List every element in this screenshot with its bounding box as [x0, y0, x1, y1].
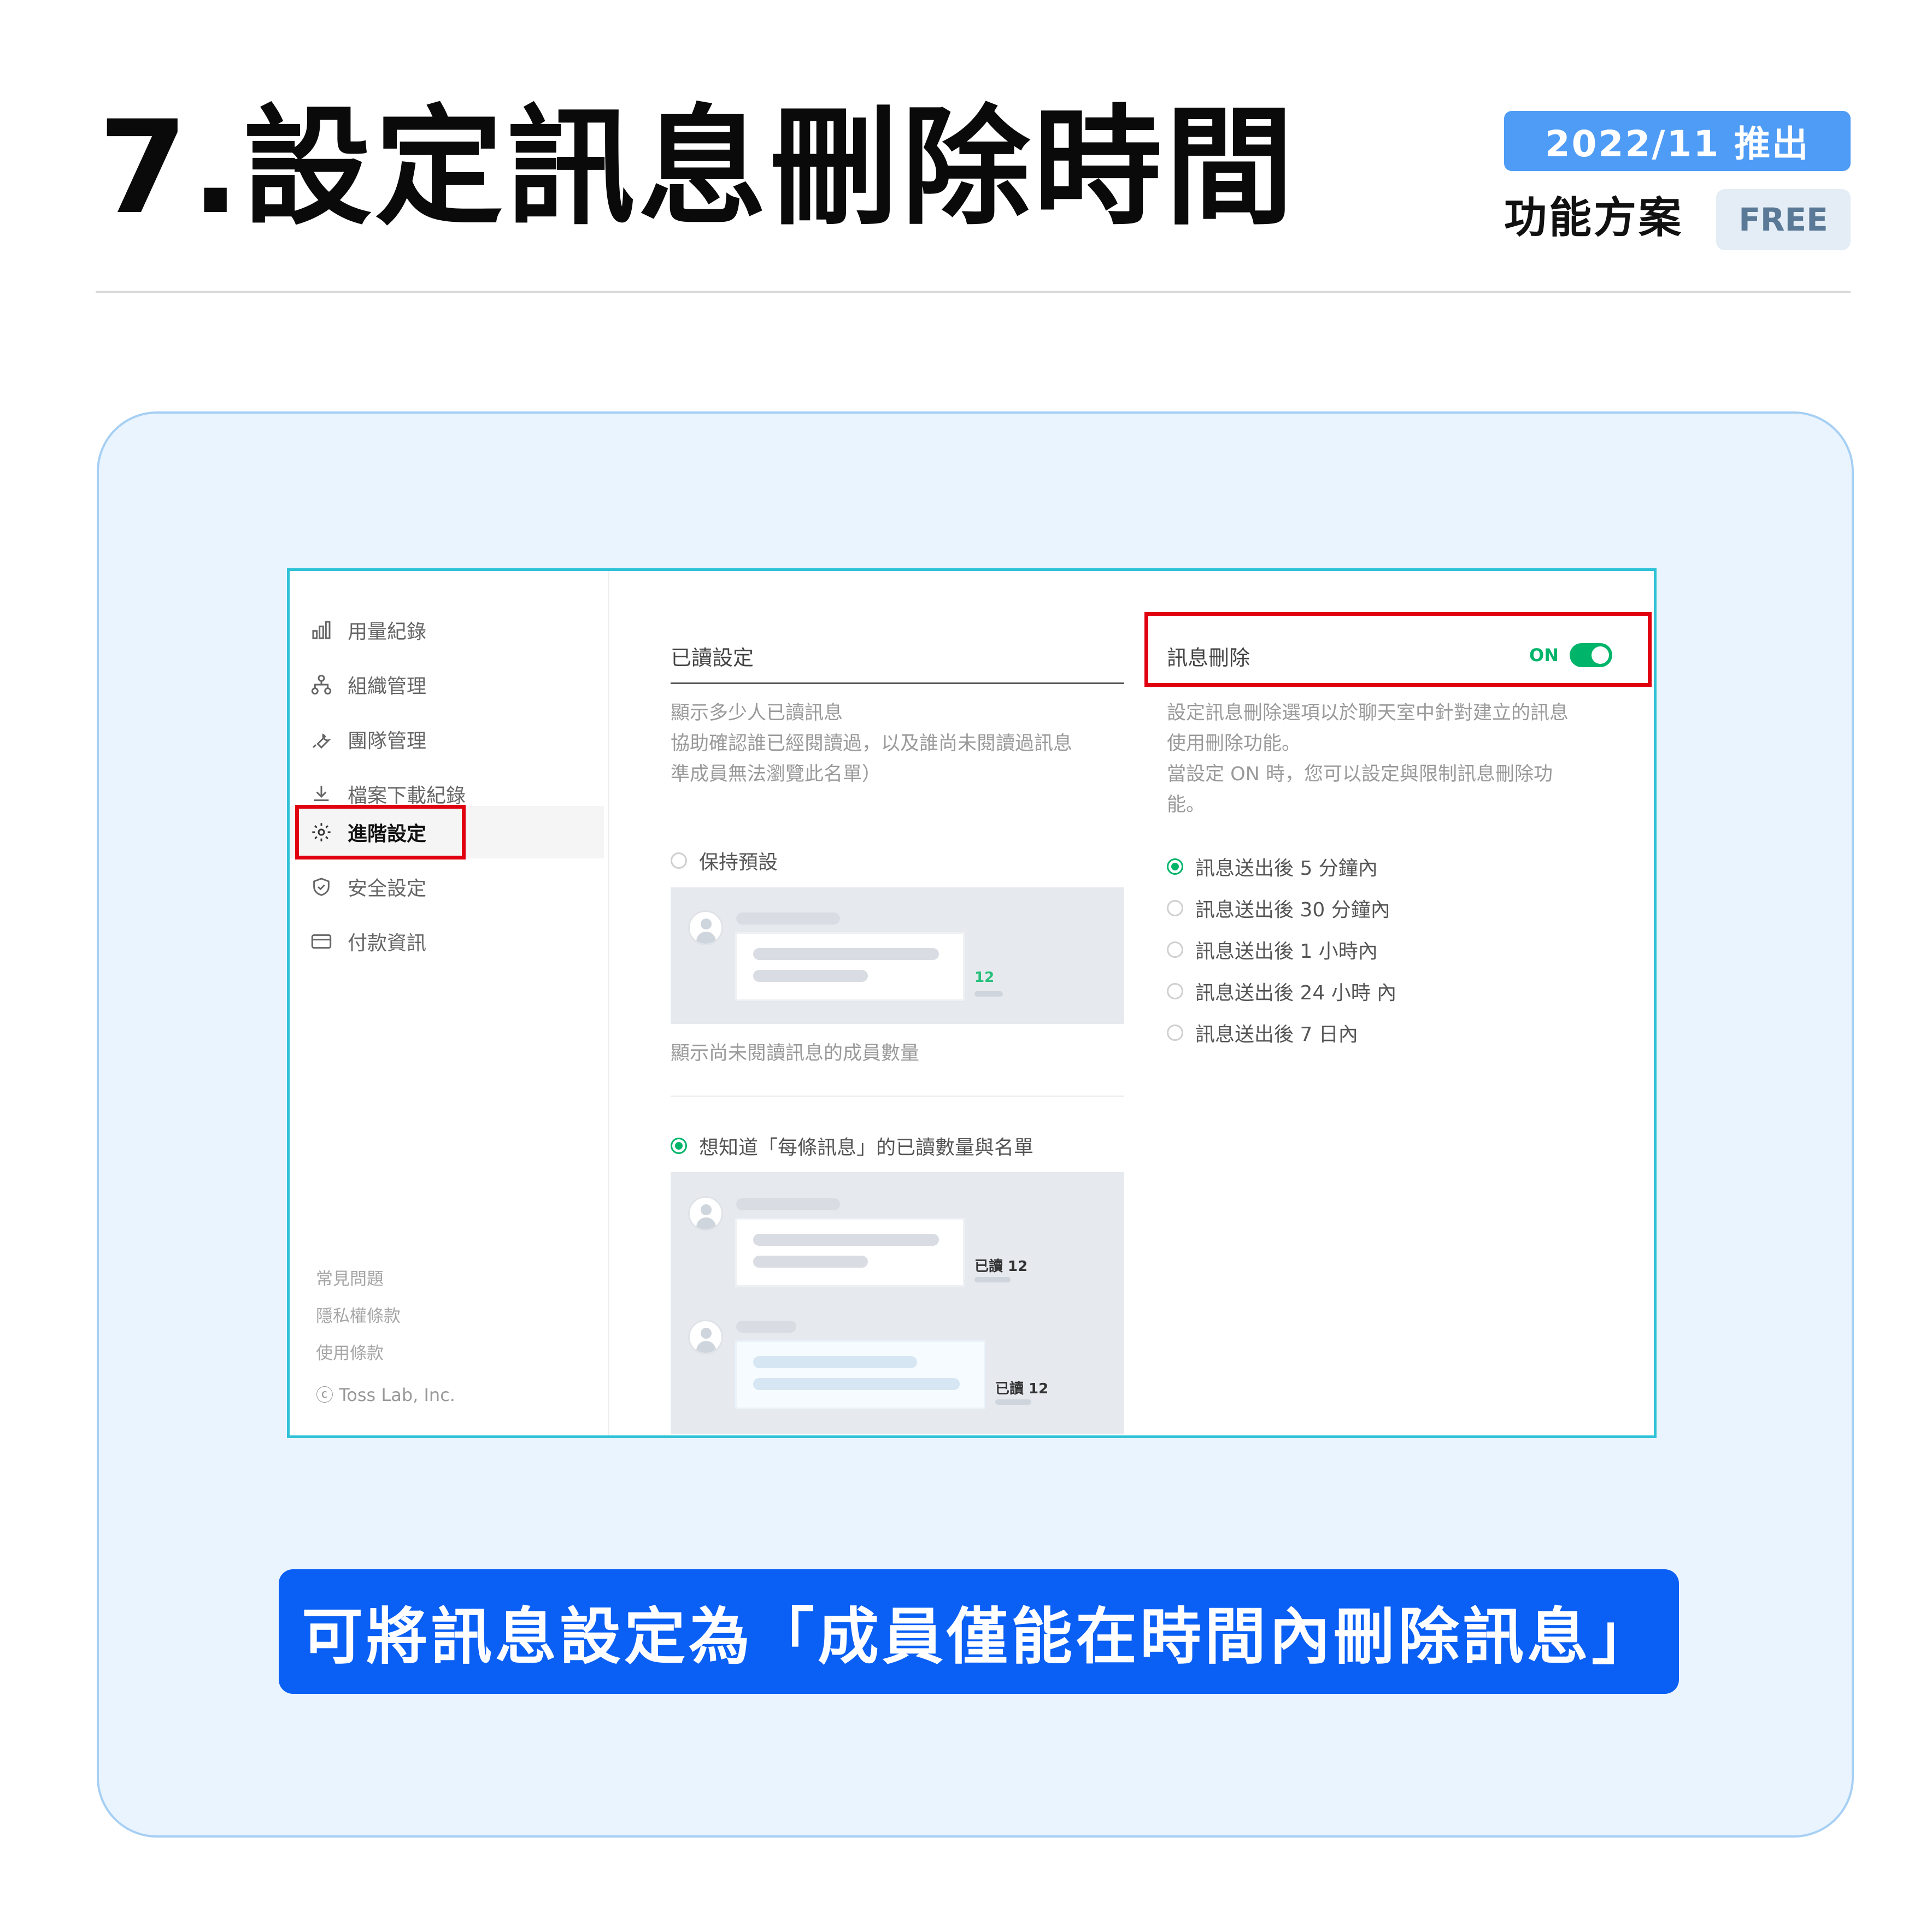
placeholder-bar	[753, 1356, 917, 1368]
sidebar-item-label: 檔案下載紀錄	[348, 785, 466, 807]
divider	[671, 1096, 1124, 1097]
page-title: 7.設定訊息刪除時間	[98, 93, 1297, 243]
avatar	[688, 1196, 723, 1231]
section-divider	[671, 682, 1124, 684]
description-line: 準成員無法瀏覽此名單）	[671, 763, 882, 785]
read-settings-description: 顯示多少人已讀訊息 協助確認誰已經閱讀過，以及誰尚未閱讀過訊息 準成員無法瀏覽此…	[671, 698, 1135, 790]
delete-option-7-days[interactable]: 訊息送出後 7 日內	[1167, 1019, 1358, 1047]
radio-button[interactable]	[1167, 983, 1183, 999]
option-label: 訊息送出後 7 日內	[1195, 1023, 1358, 1046]
header-divider	[96, 291, 1851, 293]
description-line: 協助確認誰已經閱讀過，以及誰尚未閱讀過訊息	[671, 733, 1073, 755]
active-item-highlight	[295, 805, 466, 859]
placeholder-bar	[974, 991, 1003, 997]
option-default[interactable]: 保持預設	[671, 846, 778, 875]
placeholder-bar	[995, 1399, 1031, 1405]
radio-button[interactable]	[1167, 1025, 1183, 1041]
message-delete-description: 設定訊息刪除選項以於聊天室中針對建立的訊息 使用刪除功能。 當設定 ON 時，您…	[1167, 698, 1637, 820]
credit-card-icon	[311, 934, 332, 949]
avatar	[688, 1320, 723, 1355]
admin-settings-screenshot: 用量紀錄 組織管理 團隊管理 檔案下載紀錄 進階設定 安全設定 付款資訊 常見問…	[287, 568, 1657, 1438]
placeholder-bar	[753, 1378, 960, 1390]
plan-label: 功能方案	[1504, 193, 1684, 243]
toggle-highlight	[1144, 612, 1652, 687]
radio-button[interactable]	[671, 852, 687, 869]
placeholder-bar	[753, 1256, 868, 1268]
delete-option-30-min[interactable]: 訊息送出後 30 分鐘內	[1167, 894, 1390, 922]
delete-option-5-min[interactable]: 訊息送出後 5 分鐘內	[1167, 852, 1378, 881]
sidebar-item-label: 組織管理	[348, 675, 427, 698]
sidebar-item-security-settings[interactable]: 安全設定	[290, 861, 604, 913]
option-label: 訊息送出後 5 分鐘內	[1195, 857, 1378, 880]
sidebar: 用量紀錄 組織管理 團隊管理 檔案下載紀錄 進階設定 安全設定 付款資訊 常見問…	[290, 571, 609, 1435]
description-line: 能。	[1167, 794, 1206, 816]
option-label: 保持預設	[699, 851, 778, 874]
description-line: 使用刪除功能。	[1167, 733, 1301, 755]
radio-button[interactable]	[1167, 941, 1183, 958]
message-bubble	[735, 1340, 985, 1409]
sidebar-item-usage-log[interactable]: 用量紀錄	[290, 604, 604, 656]
default-read-preview: 12	[671, 887, 1124, 1024]
sidebar-item-team-management[interactable]: 團隊管理	[290, 713, 604, 766]
option-label: 訊息送出後 24 小時 內	[1195, 982, 1397, 1004]
wrench-icon	[312, 733, 332, 749]
placeholder-bar	[753, 1234, 939, 1246]
option-label: 想知道「每條訊息」的已讀數量與名單	[699, 1137, 1034, 1159]
delete-option-1-hour[interactable]: 訊息送出後 1 小時內	[1167, 935, 1378, 964]
placeholder-bar	[753, 948, 939, 960]
placeholder-bar	[736, 1198, 840, 1210]
release-date-badge: 2022/11 推出	[1504, 111, 1851, 171]
read-settings-title: 已讀設定	[671, 646, 754, 670]
terms-link[interactable]: 使用條款	[316, 1339, 384, 1364]
placeholder-bar	[736, 1321, 796, 1333]
unread-count: 12	[974, 969, 995, 986]
radio-button[interactable]	[1167, 900, 1183, 916]
delete-option-24-hours[interactable]: 訊息送出後 24 小時 內	[1167, 977, 1396, 1005]
shield-icon	[313, 878, 330, 896]
message-bubble	[735, 932, 965, 1001]
org-chart-icon	[311, 674, 332, 695]
faq-link[interactable]: 常見問題	[316, 1265, 384, 1290]
default-caption: 顯示尚未閱讀訊息的成員數量	[671, 1043, 920, 1064]
option-label: 訊息送出後 30 分鐘內	[1195, 899, 1390, 921]
option-detail[interactable]: 想知道「每條訊息」的已讀數量與名單	[671, 1132, 1033, 1160]
read-count-label: 已讀 12	[974, 1258, 1028, 1275]
sidebar-item-label: 安全設定	[348, 878, 427, 900]
option-label: 訊息送出後 1 小時內	[1195, 940, 1378, 963]
description-line: 設定訊息刪除選項以於聊天室中針對建立的訊息	[1167, 702, 1569, 724]
plan-badge: FREE	[1716, 189, 1851, 250]
bar-chart-icon	[312, 621, 331, 639]
privacy-link[interactable]: 隱私權條款	[316, 1302, 401, 1327]
placeholder-bar	[753, 970, 868, 982]
sidebar-item-label: 團隊管理	[348, 730, 427, 752]
feature-caption: 可將訊息設定為「成員僅能在時間內刪除訊息」	[279, 1569, 1679, 1694]
description-line: 當設定 ON 時，您可以設定與限制訊息刪除功	[1167, 763, 1553, 785]
download-icon	[314, 786, 329, 802]
sidebar-item-label: 付款資訊	[348, 932, 427, 955]
description-line: 顯示多少人已讀訊息	[671, 702, 843, 724]
radio-button[interactable]	[671, 1138, 687, 1154]
read-count-label: 已讀 12	[995, 1381, 1049, 1397]
placeholder-bar	[974, 1277, 1011, 1282]
placeholder-bar	[736, 912, 840, 925]
sidebar-item-org-management[interactable]: 組織管理	[290, 658, 604, 711]
radio-button[interactable]	[1167, 858, 1183, 875]
avatar	[688, 910, 723, 945]
copyright: ⓒ Toss Lab, Inc.	[316, 1385, 455, 1405]
message-bubble	[735, 1218, 965, 1287]
sidebar-item-label: 用量紀錄	[348, 621, 427, 643]
sidebar-item-payment-info[interactable]: 付款資訊	[290, 915, 604, 968]
detail-read-preview: 已讀 12 已讀 12	[671, 1172, 1124, 1434]
